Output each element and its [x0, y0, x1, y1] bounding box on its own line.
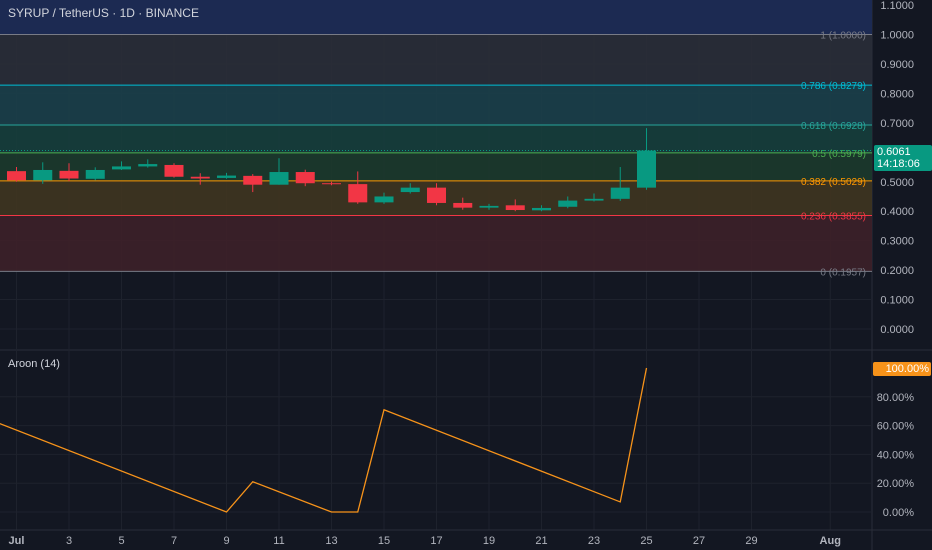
- candle-body: [584, 198, 604, 201]
- candle-body: [427, 187, 446, 203]
- candle-body: [59, 170, 79, 179]
- time-axis-label: 17: [430, 535, 442, 547]
- fib-band: [0, 124, 872, 153]
- candle-body: [348, 184, 368, 203]
- aroon-axis-tick: 20.00%: [877, 478, 915, 490]
- fib-band: [0, 215, 872, 272]
- candle-body: [374, 196, 394, 203]
- time-axis-label: 5: [118, 535, 124, 547]
- candle-body: [243, 175, 263, 185]
- aroon-axis-tick: 80.00%: [877, 392, 915, 404]
- price-axis-tick: 0.2000: [880, 265, 914, 277]
- fib-level-label: 1 (1.0000): [820, 31, 866, 42]
- price-axis-tick: 0.7000: [880, 118, 914, 130]
- symbol-title[interactable]: SYRUP / TetherUS · 1D · BINANCE: [8, 6, 199, 20]
- time-axis-label: 7: [171, 535, 177, 547]
- price-axis-tick: 0.0000: [880, 324, 914, 336]
- candle-body: [400, 187, 420, 193]
- candle-body: [610, 187, 630, 199]
- candle-body: [479, 205, 499, 208]
- candle-body: [532, 207, 551, 211]
- time-axis-label: 9: [223, 535, 229, 547]
- fib-band: [0, 85, 872, 125]
- candle-body: [558, 200, 578, 207]
- bar-countdown: 14:18:06: [877, 158, 920, 170]
- price-axis-tick: 0.8000: [880, 88, 914, 100]
- candle-body: [7, 171, 26, 181]
- last-price-badge: 0.6061 14:18:06: [874, 145, 932, 171]
- fib-band: [0, 34, 872, 86]
- candle-body: [322, 183, 341, 185]
- candle-body: [637, 150, 656, 188]
- time-axis-label: Jul: [9, 535, 25, 547]
- price-axis-tick: 0.1000: [880, 295, 914, 307]
- candle-body: [295, 172, 315, 184]
- fib-level-label: 0.786 (0.8279): [801, 81, 866, 92]
- candle-body: [453, 202, 473, 208]
- fib-level-label: 0.382 (0.5029): [801, 177, 866, 188]
- candle-body: [190, 176, 210, 179]
- candle-body: [85, 169, 105, 179]
- aroon-axis-tick: 60.00%: [877, 421, 915, 433]
- time-axis-label: 25: [640, 535, 652, 547]
- fib-level-label: 0.618 (0.6928): [801, 121, 866, 132]
- aroon-axis-tick: 40.00%: [877, 449, 915, 461]
- indicator-title[interactable]: Aroon (14): [8, 358, 60, 370]
- candle-body: [505, 205, 525, 211]
- fib-level-label: 0.5 (0.5979): [812, 149, 866, 160]
- time-axis-label: 23: [588, 535, 600, 547]
- fib-level-label: 0 (0.1957): [820, 267, 866, 278]
- time-axis-label: 21: [535, 535, 547, 547]
- time-axis-label: 13: [325, 535, 337, 547]
- trading-chart[interactable]: 1 (1.0000) 0.786 (0.8279) 0.618 (0.6928) 0.…: [0, 0, 932, 550]
- price-axis-tick: 0.9000: [880, 59, 914, 71]
- candle-body: [269, 172, 289, 185]
- last-price-value: 0.6061: [877, 146, 911, 158]
- time-axis-label: Aug: [820, 535, 841, 547]
- time-axis-label: 3: [66, 535, 72, 547]
- aroon-value-badge: 100.00%: [873, 362, 931, 376]
- time-axis-label: 11: [273, 535, 284, 547]
- price-axis-tick: 0.5000: [880, 177, 914, 189]
- fib-level-label: 0.236 (0.3855): [801, 211, 866, 222]
- aroon-line: [0, 367, 648, 513]
- candle-body: [138, 164, 158, 167]
- candle-body: [164, 164, 184, 177]
- price-axis-tick: 1.1000: [880, 0, 914, 12]
- price-axis-tick: 0.4000: [880, 206, 914, 218]
- time-axis-label: 29: [745, 535, 757, 547]
- price-axis-tick: 0.3000: [880, 236, 914, 248]
- time-axis-label: 27: [693, 535, 705, 547]
- price-axis-tick: 1.0000: [880, 30, 914, 42]
- time-axis-label: 19: [483, 535, 495, 547]
- time-axis-label: 15: [378, 535, 390, 547]
- candle-body: [112, 166, 131, 170]
- aroon-axis-tick: 0.00%: [883, 507, 914, 519]
- candle-body: [217, 175, 236, 178]
- candle-body: [33, 169, 53, 181]
